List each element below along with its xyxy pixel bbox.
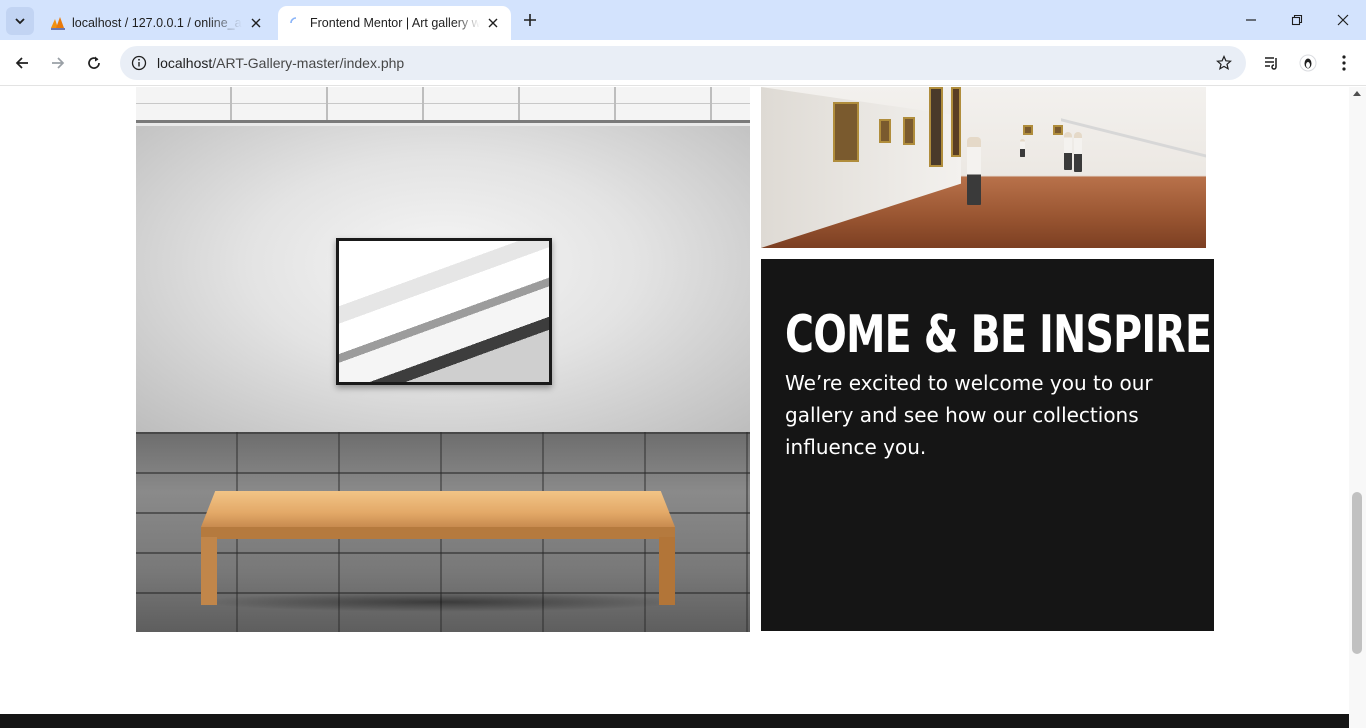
framed-artwork	[336, 238, 552, 385]
close-tab-icon[interactable]	[485, 15, 501, 31]
tab-phpmyadmin[interactable]: localhost / 127.0.0.1 / online_art	[40, 6, 274, 40]
tab-strip: localhost / 127.0.0.1 / online_art Front…	[0, 0, 1366, 40]
close-icon	[1337, 14, 1349, 26]
plus-icon	[524, 14, 536, 26]
kebab-menu-icon[interactable]	[1332, 51, 1356, 75]
panel-description: We’re excited to welcome you to our gall…	[785, 371, 1153, 459]
inspired-panel: COME & BE INSPIRED We’re excited to welc…	[761, 259, 1244, 631]
page-viewport: COME & BE INSPIRED We’re excited to welc…	[0, 87, 1349, 728]
tab-search-button[interactable]	[6, 7, 34, 35]
loading-spinner-icon	[290, 17, 297, 24]
new-tab-button[interactable]	[518, 8, 542, 32]
bookmark-star-icon[interactable]	[1214, 53, 1234, 73]
media-controls-icon[interactable]	[1260, 51, 1284, 75]
arrow-left-icon	[15, 57, 28, 69]
footer	[0, 714, 1349, 728]
restore-icon	[1291, 14, 1303, 26]
forward-button[interactable]	[44, 49, 72, 77]
gallery-corridor-image	[761, 87, 1206, 248]
minimize-button[interactable]	[1228, 0, 1274, 40]
browser-toolbar: localhost/ART-Gallery-master/index.php	[0, 40, 1366, 86]
arrow-right-icon	[52, 57, 65, 69]
address-bar[interactable]: localhost/ART-Gallery-master/index.php	[120, 46, 1246, 80]
back-button[interactable]	[8, 49, 36, 77]
reload-icon	[88, 56, 100, 69]
profile-avatar-icon[interactable]	[1296, 51, 1320, 75]
scrollbar-thumb[interactable]	[1352, 492, 1362, 654]
tab-title: localhost / 127.0.0.1 / online_art	[72, 16, 242, 30]
gallery-bench-image	[136, 87, 750, 632]
reload-button[interactable]	[80, 49, 108, 77]
minimize-icon	[1246, 19, 1256, 21]
scroll-up-arrow-icon[interactable]	[1353, 91, 1361, 96]
panel-heading: COME & BE INSPIRED	[785, 305, 1244, 365]
close-window-button[interactable]	[1320, 0, 1366, 40]
chevron-down-icon	[15, 18, 25, 25]
close-tab-icon[interactable]	[248, 15, 264, 31]
tab-title: Frontend Mentor | Art gallery w	[310, 16, 480, 30]
url-text: localhost/ART-Gallery-master/index.php	[157, 55, 405, 71]
site-info-icon[interactable]	[128, 52, 150, 74]
phpmyadmin-icon	[51, 17, 65, 30]
tab-art-gallery[interactable]: Frontend Mentor | Art gallery w	[278, 6, 511, 40]
page-scrollbar[interactable]	[1349, 87, 1366, 728]
restore-button[interactable]	[1274, 0, 1320, 40]
